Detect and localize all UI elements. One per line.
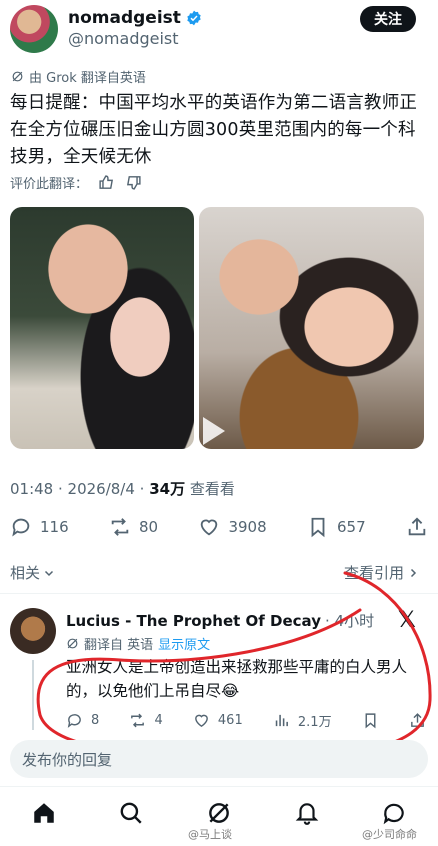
reply-like-count: 461 [217, 712, 243, 728]
bookmark-icon [307, 516, 329, 538]
chevron-right-icon [407, 567, 419, 579]
share-action[interactable] [406, 516, 428, 538]
notifications-icon[interactable] [294, 800, 320, 826]
share-icon [409, 712, 426, 729]
reply-header: Lucius - The Prophet Of Decay · 4小时 [66, 610, 374, 631]
share-icon [406, 516, 428, 538]
reply-composer-input[interactable]: 发布你的回复 [10, 740, 428, 778]
author-handle[interactable]: @nomadgeist [68, 29, 179, 48]
bookmark-action[interactable]: 657 [307, 516, 366, 538]
grok-nav-icon[interactable] [206, 800, 232, 826]
like-action[interactable]: 3908 [198, 516, 267, 538]
reply-repost-action[interactable]: 4 [129, 712, 163, 729]
repost-icon [129, 712, 146, 729]
follow-button[interactable]: 关注 [360, 6, 416, 32]
reply-translation-row: 翻译自 英语 显示原文 [66, 634, 210, 653]
chevron-down-icon [43, 567, 55, 579]
author-avatar[interactable] [10, 5, 58, 53]
reply-views-action[interactable]: 2.1万 [273, 711, 332, 730]
reply-like-action[interactable]: 461 [193, 712, 243, 729]
reply-bookmark-action[interactable] [362, 712, 379, 729]
author-name-row[interactable]: nomadgeist [68, 8, 202, 28]
post-actions: 116 80 3908 657 [10, 514, 428, 540]
thumbs-up-icon[interactable] [98, 174, 115, 191]
view-quotes-link[interactable]: 查看引用 [344, 562, 419, 583]
grok-translation-note: 由 Grok 翻译自英语 [11, 67, 146, 86]
verified-badge-icon [186, 10, 202, 26]
rate-translation-label: 评价此翻译： [10, 177, 89, 192]
author-name[interactable]: nomadgeist [68, 8, 181, 28]
bookmark-count: 657 [337, 518, 366, 536]
thumbs-down-icon[interactable] [125, 174, 142, 191]
bookmark-icon [362, 712, 379, 729]
home-icon[interactable] [31, 800, 57, 826]
grok-translation-text: 由 Grok 翻译自英语 [29, 71, 146, 86]
reply-reply-action[interactable]: 8 [66, 712, 99, 729]
reply-repost-count: 4 [154, 712, 163, 728]
thread-line [32, 660, 34, 730]
repost-action[interactable]: 80 [109, 516, 158, 538]
post-photo-1[interactable] [10, 207, 194, 449]
search-icon[interactable] [118, 800, 144, 826]
reply-text: 亚洲女人是上帝创造出来拯救那些平庸的白人男人的，以免他们上吊自尽😂 [66, 658, 408, 700]
reply-icon [66, 712, 83, 729]
views-icon [273, 712, 290, 729]
like-icon [193, 712, 210, 729]
reply-reply-count: 8 [91, 712, 100, 728]
watermark-left: @马上谈 [188, 828, 232, 841]
views-count: 34万 [149, 480, 186, 498]
translate-icon [66, 637, 79, 650]
reply-time: · 4小时 [325, 612, 375, 630]
x-logo-icon: 𝕏 [398, 608, 416, 633]
rate-translation-row: 评价此翻译： [10, 173, 142, 192]
repost-icon [109, 516, 131, 538]
related-toggle[interactable]: 相关 [10, 562, 55, 583]
divider [0, 593, 438, 594]
post-meta: 01:48 · 2026/8/4 · 34万 查看看 [10, 478, 235, 499]
repost-count: 80 [139, 518, 159, 536]
views-label: 查看看 [185, 480, 235, 498]
post-photo-2[interactable] [199, 207, 424, 449]
like-count: 3908 [228, 518, 267, 536]
related-label: 相关 [10, 564, 41, 582]
reply-views-count: 2.1万 [297, 714, 332, 730]
watermark-right: @少司命命 [362, 828, 417, 841]
reply-author-name[interactable]: Lucius - The Prophet Of Decay [66, 612, 321, 630]
reply-count: 116 [40, 518, 69, 536]
reply-translated-from: 翻译自 英语 [84, 638, 154, 653]
post-text: 每日提醒：中国平均水平的英语作为第二语言教师正在全方位碾压旧金山方圆300英里范… [10, 93, 418, 167]
reply-action[interactable]: 116 [10, 516, 69, 538]
reply-share-action[interactable] [409, 712, 426, 729]
grok-icon [11, 70, 24, 83]
post-timestamp: 01:48 · 2026/8/4 · [10, 480, 150, 498]
show-original-link[interactable]: 显示原文 [158, 634, 210, 653]
play-icon[interactable] [203, 417, 225, 445]
like-icon [198, 516, 220, 538]
reply-icon [10, 516, 32, 538]
view-quotes-label: 查看引用 [344, 564, 405, 582]
messages-icon[interactable] [381, 800, 407, 826]
reply-author-avatar[interactable] [10, 608, 56, 654]
reply-actions: 8 4 461 2.1万 [66, 709, 426, 731]
